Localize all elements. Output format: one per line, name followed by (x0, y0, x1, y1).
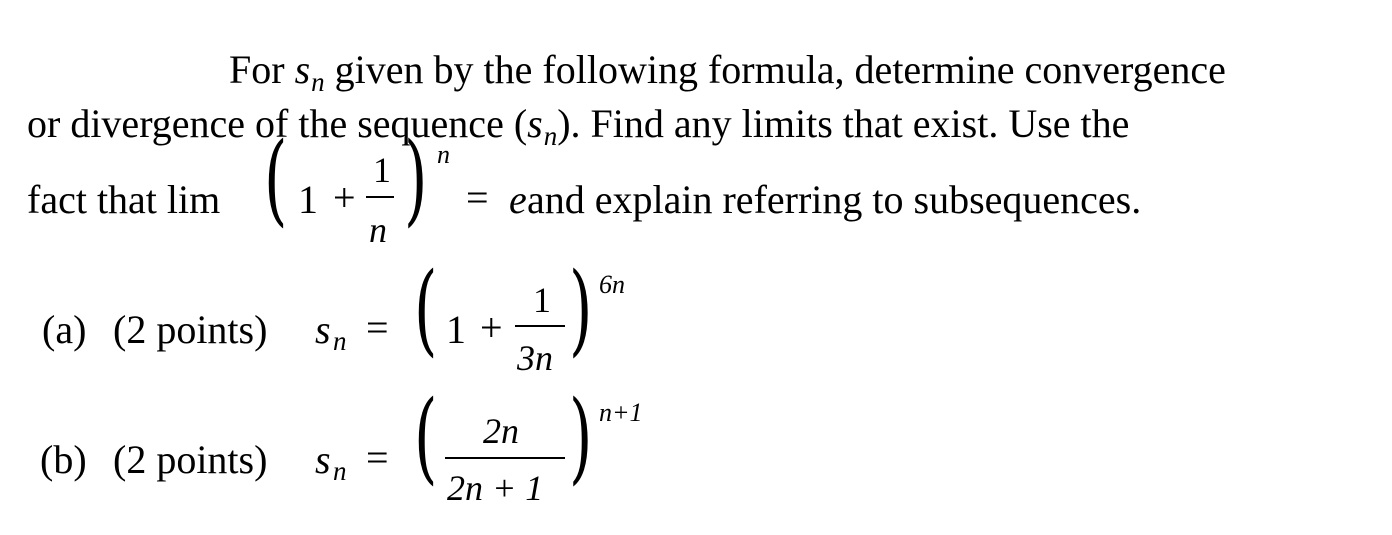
fraction-denominator: 2n + 1 (447, 468, 544, 508)
right-paren: ) (569, 380, 593, 496)
exponent: n+1 (599, 398, 643, 427)
right-paren: ) (569, 252, 593, 368)
s-variable: s (294, 47, 311, 92)
left-paren: ( (264, 122, 288, 238)
n-subscript: n (543, 121, 558, 151)
text: given by the following formula, determin… (324, 47, 1226, 92)
part-label: (b) (40, 437, 87, 482)
fraction-bar (445, 457, 565, 459)
s-variable: s (527, 101, 543, 146)
right-paren: ) (404, 122, 428, 238)
n-subscript: n (333, 326, 347, 356)
left-paren: ( (414, 380, 438, 496)
fraction-denominator: 3n (517, 338, 553, 378)
e-constant: e (509, 177, 527, 222)
exponent: 6n (599, 270, 625, 299)
intro-line-1: For sn given by the following formula, d… (229, 47, 1226, 96)
fraction-bar (515, 325, 565, 327)
equals: = (466, 175, 489, 220)
one: 1 (298, 177, 318, 222)
equals: = (366, 435, 389, 480)
exponent: n (437, 140, 450, 169)
fraction-numerator: 2n (483, 411, 519, 451)
lim-text: fact that lim (27, 177, 221, 222)
s-variable: s (315, 437, 331, 482)
text: For (229, 47, 295, 92)
fraction-numerator: 1 (373, 150, 391, 190)
n-subscript: n (311, 67, 325, 97)
plus: + (333, 175, 356, 220)
left-paren: ( (414, 252, 438, 368)
intro-line-2: or divergence of the sequence (sn). Find… (27, 101, 1130, 150)
text: and explain referring to subsequences. (527, 177, 1142, 222)
points-label: (2 points) (113, 437, 268, 482)
n-subscript: n (333, 456, 347, 486)
one: 1 (446, 307, 466, 352)
plus: + (480, 305, 503, 350)
fraction-numerator: 1 (533, 280, 551, 320)
fraction-denominator: n (369, 210, 387, 250)
equals: = (366, 305, 389, 350)
fraction-bar (366, 196, 394, 198)
text: ). Find any limits that exist. Use the (557, 101, 1130, 146)
s-variable: s (315, 307, 331, 352)
points-label: (2 points) (113, 307, 268, 352)
part-label: (a) (42, 307, 87, 352)
